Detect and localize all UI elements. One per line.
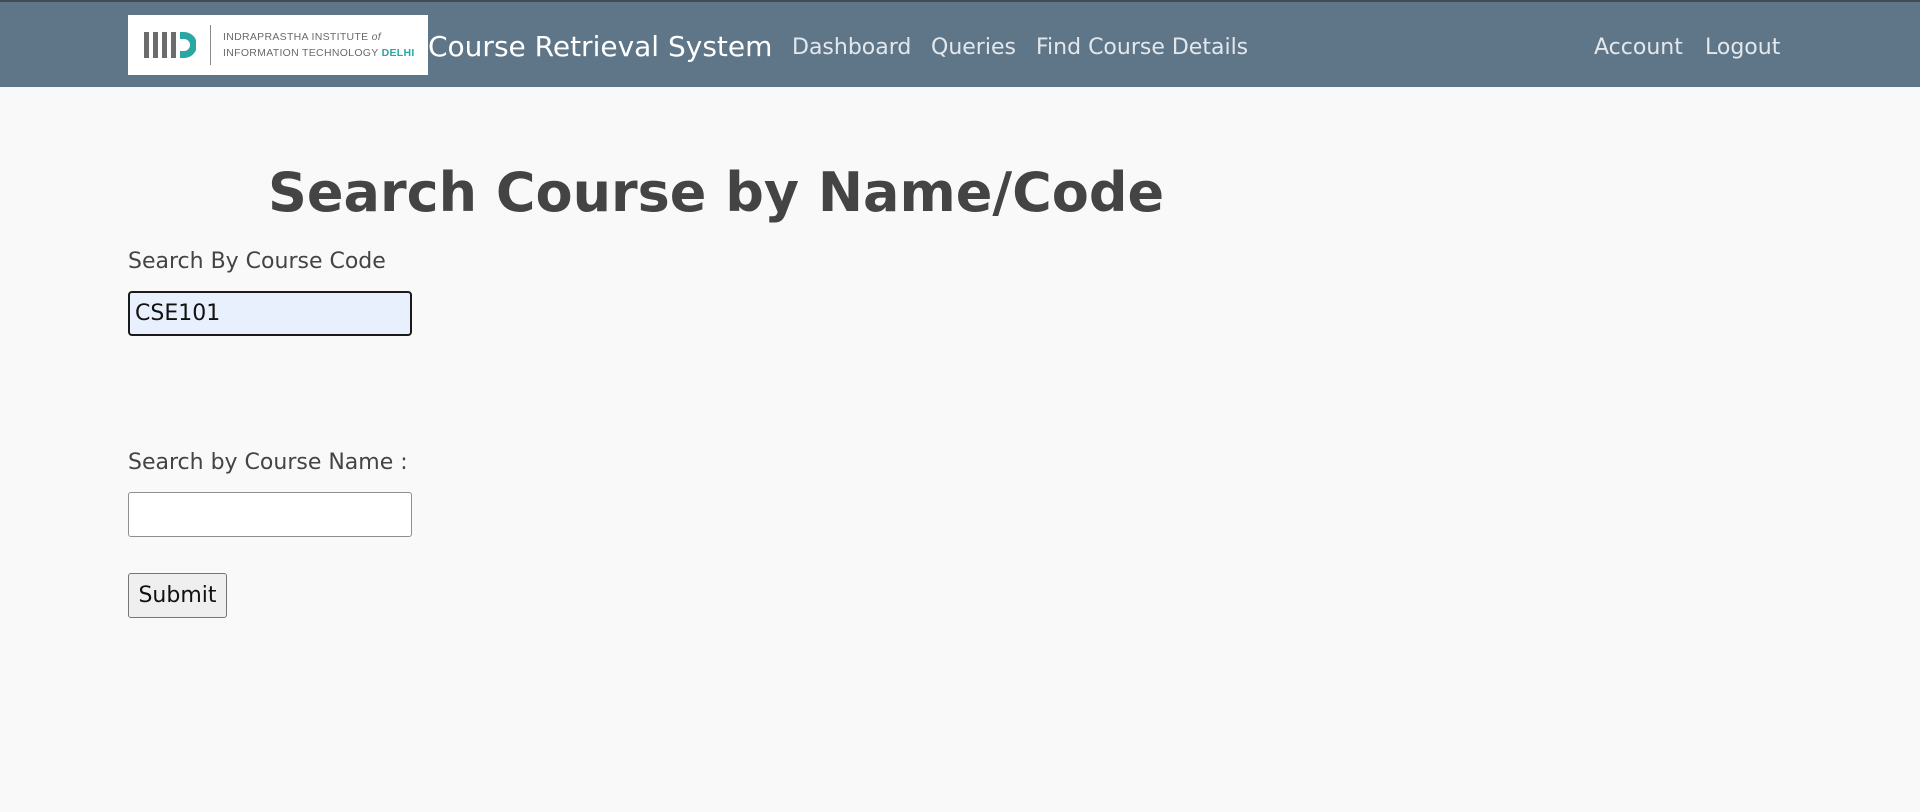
course-code-label: Search By Course Code: [128, 249, 386, 274]
nav-logout[interactable]: Logout: [1705, 34, 1780, 62]
course-code-input[interactable]: [128, 291, 412, 336]
iiitd-logo[interactable]: INDRAPRASTHA INSTITUTE of INFORMATION TE…: [128, 15, 428, 75]
logo-line1: INDRAPRASTHA INSTITUTE: [223, 31, 369, 43]
nav-queries[interactable]: Queries: [931, 34, 1016, 62]
logo-divider: [210, 25, 211, 65]
logo-line2: INFORMATION TECHNOLOGY: [223, 47, 379, 59]
page-title: Search Course by Name/Code: [268, 161, 1165, 224]
nav-dashboard[interactable]: Dashboard: [792, 34, 911, 62]
nav-account[interactable]: Account: [1594, 34, 1683, 62]
app-brand[interactable]: Course Retrieval System: [428, 30, 772, 64]
logo-delhi: DELHI: [381, 47, 415, 59]
iiitd-logo-mark-icon: [144, 32, 196, 58]
course-name-input[interactable]: [128, 492, 412, 537]
logo-of: of: [371, 31, 382, 43]
course-name-label: Search by Course Name :: [128, 450, 408, 475]
submit-button[interactable]: Submit: [128, 573, 227, 618]
nav-find-course-details[interactable]: Find Course Details: [1036, 34, 1248, 62]
top-navbar: INDRAPRASTHA INSTITUTE of INFORMATION TE…: [0, 0, 1920, 87]
logo-text: INDRAPRASTHA INSTITUTE of INFORMATION TE…: [223, 29, 415, 61]
